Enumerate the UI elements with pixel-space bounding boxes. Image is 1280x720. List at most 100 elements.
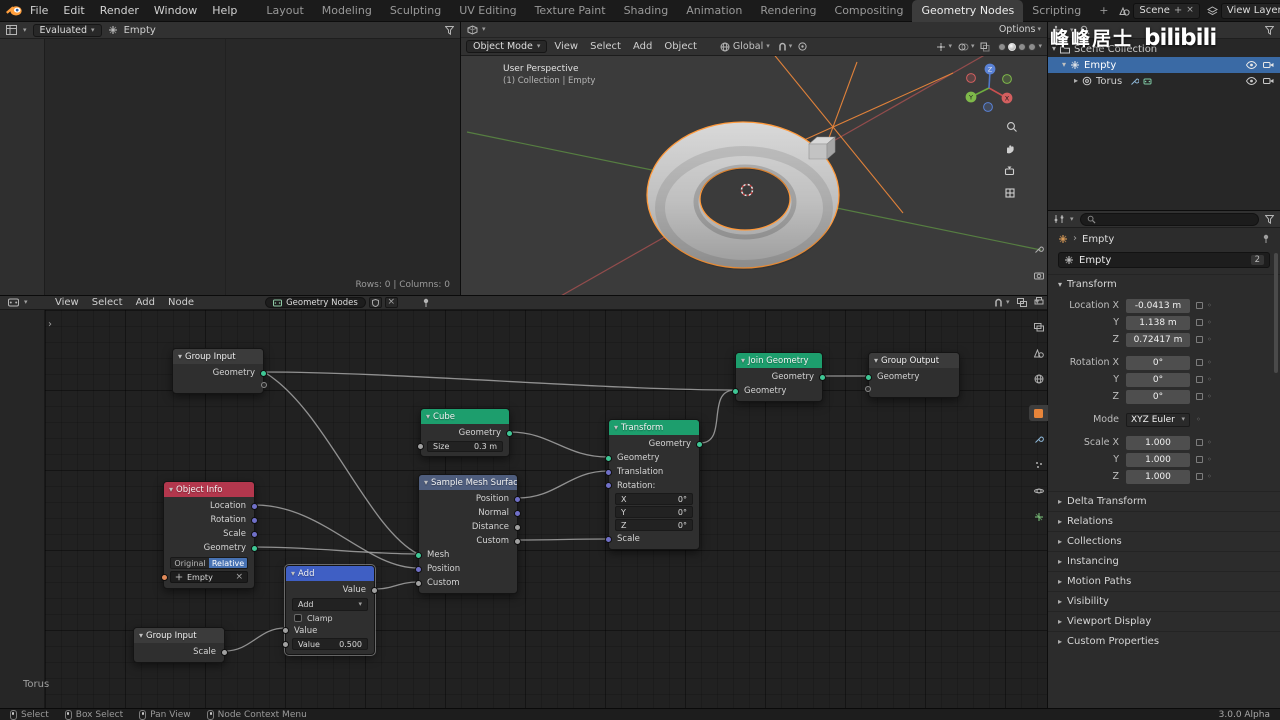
collapse-icon[interactable] — [291, 570, 295, 578]
geometry-output-socket[interactable] — [506, 430, 513, 437]
overlays-chevron-icon[interactable] — [971, 43, 975, 50]
node-editor-icon[interactable] — [8, 298, 19, 307]
lock-icon[interactable] — [1196, 336, 1203, 343]
menu-window[interactable]: Window — [147, 3, 204, 18]
scale-y-field[interactable]: 1.000 — [1126, 453, 1190, 467]
section-expand-icon[interactable] — [1058, 638, 1062, 646]
gizmo-x-label[interactable]: X — [1005, 95, 1010, 103]
section-expand-icon[interactable] — [1058, 598, 1062, 606]
node-header[interactable]: Sample Mesh Surface — [419, 475, 517, 490]
node-menu-node[interactable]: Node — [163, 297, 199, 308]
tab-uv-editing[interactable]: UV Editing — [450, 0, 525, 22]
section-expand-icon[interactable] — [1058, 618, 1062, 626]
size-input-socket[interactable] — [417, 443, 424, 450]
section-relations[interactable]: Relations — [1048, 511, 1280, 531]
node-cube[interactable]: Cube Geometry Size 0.3 m — [420, 408, 510, 457]
node-menu-view[interactable]: View — [50, 297, 84, 308]
rotation-z-field[interactable]: 0° — [1126, 390, 1190, 404]
viewport-editor-icon[interactable] — [467, 25, 478, 35]
collapse-icon[interactable] — [169, 486, 173, 494]
object-input-socket[interactable] — [161, 574, 168, 581]
scale-output-socket[interactable] — [221, 649, 228, 656]
pin-icon[interactable] — [422, 298, 430, 308]
lock-icon[interactable] — [1196, 393, 1203, 400]
collapse-icon[interactable] — [741, 357, 745, 365]
snap-options-chevron-icon[interactable] — [789, 43, 793, 50]
scene-selector[interactable]: Scene — [1133, 3, 1199, 19]
rotation-output-socket[interactable] — [251, 517, 258, 524]
tab-animation[interactable]: Animation — [677, 0, 751, 22]
tab-compositing[interactable]: Compositing — [826, 0, 913, 22]
collapse-icon[interactable] — [139, 632, 143, 640]
rotation-x-field[interactable]: 0° — [1126, 356, 1190, 370]
scale-output-socket[interactable] — [251, 531, 258, 538]
viewport-menu-view[interactable]: View — [549, 41, 583, 52]
tab-scene-icon[interactable] — [1029, 345, 1048, 361]
node-header[interactable]: Object Info — [164, 482, 254, 497]
decorator-icon[interactable] — [1196, 416, 1201, 424]
decorator-icon[interactable] — [1207, 393, 1212, 401]
virtual-output-socket[interactable] — [261, 382, 267, 388]
sample-cube-object[interactable] — [809, 137, 835, 159]
expand-icon[interactable] — [1062, 61, 1066, 69]
decorator-icon[interactable] — [1207, 473, 1212, 481]
node-math-add[interactable]: Add Value Add Clamp — [285, 565, 375, 655]
collapse-icon[interactable] — [614, 424, 618, 432]
lock-icon[interactable] — [1196, 439, 1203, 446]
decorator-icon[interactable] — [1207, 376, 1212, 384]
custom-output-socket[interactable] — [514, 538, 521, 545]
editor-type-chevron-icon[interactable] — [1070, 216, 1074, 223]
rotation-y-field[interactable]: 0° — [1126, 373, 1190, 387]
outliner-search-icon[interactable] — [1080, 25, 1090, 35]
viewport-canvas[interactable]: X Y Z — [461, 56, 1047, 295]
node-object-info[interactable]: Object Info Location Rotation Scale — [163, 481, 255, 589]
lock-icon[interactable] — [1196, 456, 1203, 463]
editor-type-chevron-icon[interactable] — [23, 27, 27, 34]
location-output-socket[interactable] — [251, 503, 258, 510]
tab-layout[interactable]: Layout — [257, 0, 312, 22]
tab-shading[interactable]: Shading — [615, 0, 678, 22]
tab-tool-icon[interactable] — [1029, 241, 1048, 257]
tab-scripting[interactable]: Scripting — [1023, 0, 1090, 22]
hide-eye-icon[interactable] — [1246, 61, 1257, 69]
properties-filter-icon[interactable] — [1265, 215, 1274, 224]
value-output-socket[interactable] — [371, 587, 378, 594]
geometry-input-socket[interactable] — [605, 455, 612, 462]
node-header[interactable]: Transform — [609, 420, 699, 435]
expand-icon[interactable] — [1052, 45, 1056, 53]
node-header[interactable]: Add — [286, 566, 374, 581]
mesh-input-socket[interactable] — [415, 552, 422, 559]
shading-chevron-icon[interactable] — [1038, 43, 1042, 50]
mode-dropdown[interactable]: Object Mode — [466, 40, 547, 53]
node-header[interactable]: Group Input — [173, 349, 263, 364]
navigation-gizmo[interactable]: X Y Z — [966, 64, 1013, 112]
shading-material-icon[interactable] — [1018, 43, 1026, 51]
outliner-row-scene-collection[interactable]: Scene Collection — [1048, 41, 1280, 57]
value-input-socket[interactable] — [282, 627, 289, 634]
tab-particles-icon[interactable] — [1029, 457, 1048, 473]
section-custom-properties[interactable]: Custom Properties — [1048, 631, 1280, 651]
lock-icon[interactable] — [1196, 302, 1203, 309]
proportional-edit-icon[interactable] — [798, 42, 807, 51]
shading-wireframe-icon[interactable] — [998, 43, 1006, 51]
rotation-input-socket[interactable] — [605, 482, 612, 489]
shading-mode-buttons[interactable] — [998, 43, 1036, 51]
snap-chevron-icon[interactable] — [1006, 299, 1010, 306]
section-expand-icon[interactable] — [1058, 518, 1062, 526]
section-transform[interactable]: Transform — [1048, 274, 1280, 294]
unlink-scene-icon[interactable] — [1186, 6, 1194, 15]
rotation-x-field[interactable]: X 0° — [615, 493, 693, 505]
section-visibility[interactable]: Visibility — [1048, 591, 1280, 611]
unlink-node-tree-button[interactable] — [385, 297, 398, 308]
gizmo-toggle-icon[interactable] — [936, 42, 946, 52]
xray-toggle-icon[interactable] — [980, 42, 990, 52]
overlap-icon[interactable] — [1017, 298, 1027, 307]
node-group-output[interactable]: Group Output Geometry — [868, 352, 960, 398]
editor-type-chevron-icon[interactable] — [1070, 27, 1074, 34]
original-relative-toggle[interactable]: Original Relative — [170, 557, 248, 569]
geometry-output-socket[interactable] — [696, 441, 703, 448]
transform-orientation-dropdown[interactable]: Global — [720, 41, 770, 52]
tab-world-icon[interactable] — [1029, 371, 1048, 387]
node-group-input[interactable]: Group Input Geometry — [172, 348, 264, 394]
decorator-icon[interactable] — [1207, 439, 1212, 447]
